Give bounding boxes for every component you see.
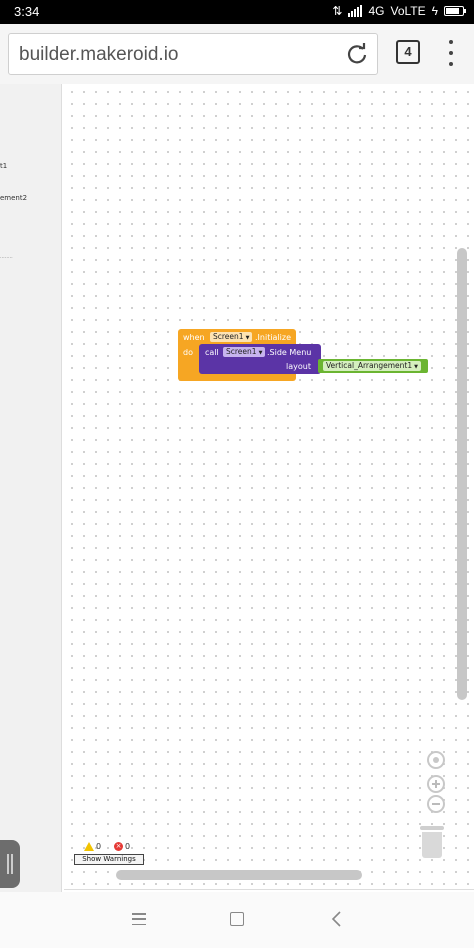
zoom-reset-icon[interactable] (427, 751, 445, 769)
chevron-down-icon: ▼ (245, 335, 250, 341)
warnings-indicator: 0 × 0 Show Warnings (74, 840, 146, 866)
tree-item[interactable]: ement2 (0, 194, 27, 202)
trash-lid (420, 826, 444, 830)
status-indicators: ⇅ 4G VoLTE ϟ (332, 4, 466, 18)
show-warnings-button[interactable]: Show Warnings (74, 854, 144, 865)
trash-body (422, 832, 442, 858)
network-type: 4G (368, 4, 385, 18)
url-text: builder.makeroid.io (19, 44, 179, 65)
event-component-dropdown[interactable]: Screen1 ▼ (210, 332, 253, 342)
event-name-label: .Initialize (255, 333, 292, 342)
zoom-in-icon[interactable] (427, 775, 445, 793)
side-menu-call-block[interactable]: call Screen1 ▼ .Side Menu layout (199, 344, 321, 374)
trash-icon[interactable] (420, 826, 444, 858)
charging-icon: ϟ (431, 4, 438, 18)
back-icon[interactable] (330, 910, 342, 928)
tab-switcher-button[interactable]: 4 (396, 40, 420, 64)
tree-item[interactable]: t1 (0, 162, 7, 170)
warning-icon (84, 842, 94, 851)
error-count: × 0 (114, 842, 130, 851)
chevron-down-icon: ▼ (414, 364, 418, 370)
error-count-value: 0 (125, 842, 131, 851)
battery-fill (446, 8, 459, 14)
home-icon[interactable] (230, 912, 244, 926)
call-component-value: Screen1 (226, 347, 257, 356)
more-menu-icon[interactable] (448, 40, 454, 66)
browser-toolbar: builder.makeroid.io 4 (0, 24, 474, 84)
event-do-label: do (183, 348, 193, 357)
zoom-out-icon[interactable] (427, 795, 445, 813)
event-when-label: when (183, 333, 205, 342)
tree-item[interactable]: ........ (0, 254, 13, 260)
event-component-value: Screen1 (213, 332, 244, 341)
volte-label: VoLTE (390, 4, 426, 18)
chevron-down-icon: ▼ (258, 350, 263, 356)
vertical-scrollbar[interactable] (457, 248, 467, 700)
horizontal-scrollbar[interactable] (116, 870, 362, 880)
component-tree-panel: t1 ement2 ........ (0, 84, 62, 892)
address-bar[interactable]: builder.makeroid.io (8, 33, 378, 75)
arg-component-value: Vertical_Arrangement1 (326, 361, 413, 370)
call-component-dropdown[interactable]: Screen1 ▼ (223, 347, 266, 357)
blocks-workspace[interactable] (64, 84, 474, 890)
call-param-label: layout (286, 362, 311, 371)
signal-icon (348, 5, 363, 17)
status-bar: 3:34 ⇅ 4G VoLTE ϟ (0, 0, 474, 24)
arg-component-dropdown[interactable]: Vertical_Arrangement1 ▼ (323, 361, 421, 371)
call-label: call (205, 348, 219, 357)
warning-count: 0 (84, 842, 101, 851)
vertical-arrangement-block[interactable]: Vertical_Arrangement1 ▼ (318, 359, 428, 373)
status-time: 3:34 (14, 4, 40, 19)
error-icon: × (114, 842, 123, 851)
system-navigation-bar (0, 892, 474, 948)
battery-icon (444, 6, 466, 16)
reload-icon[interactable] (345, 42, 369, 66)
drawer-handle[interactable] (0, 840, 20, 888)
recent-apps-icon[interactable] (132, 913, 146, 925)
call-method-label: .Side Menu (267, 348, 312, 357)
warning-count-value: 0 (96, 842, 102, 851)
data-transfer-icon: ⇅ (332, 4, 343, 18)
